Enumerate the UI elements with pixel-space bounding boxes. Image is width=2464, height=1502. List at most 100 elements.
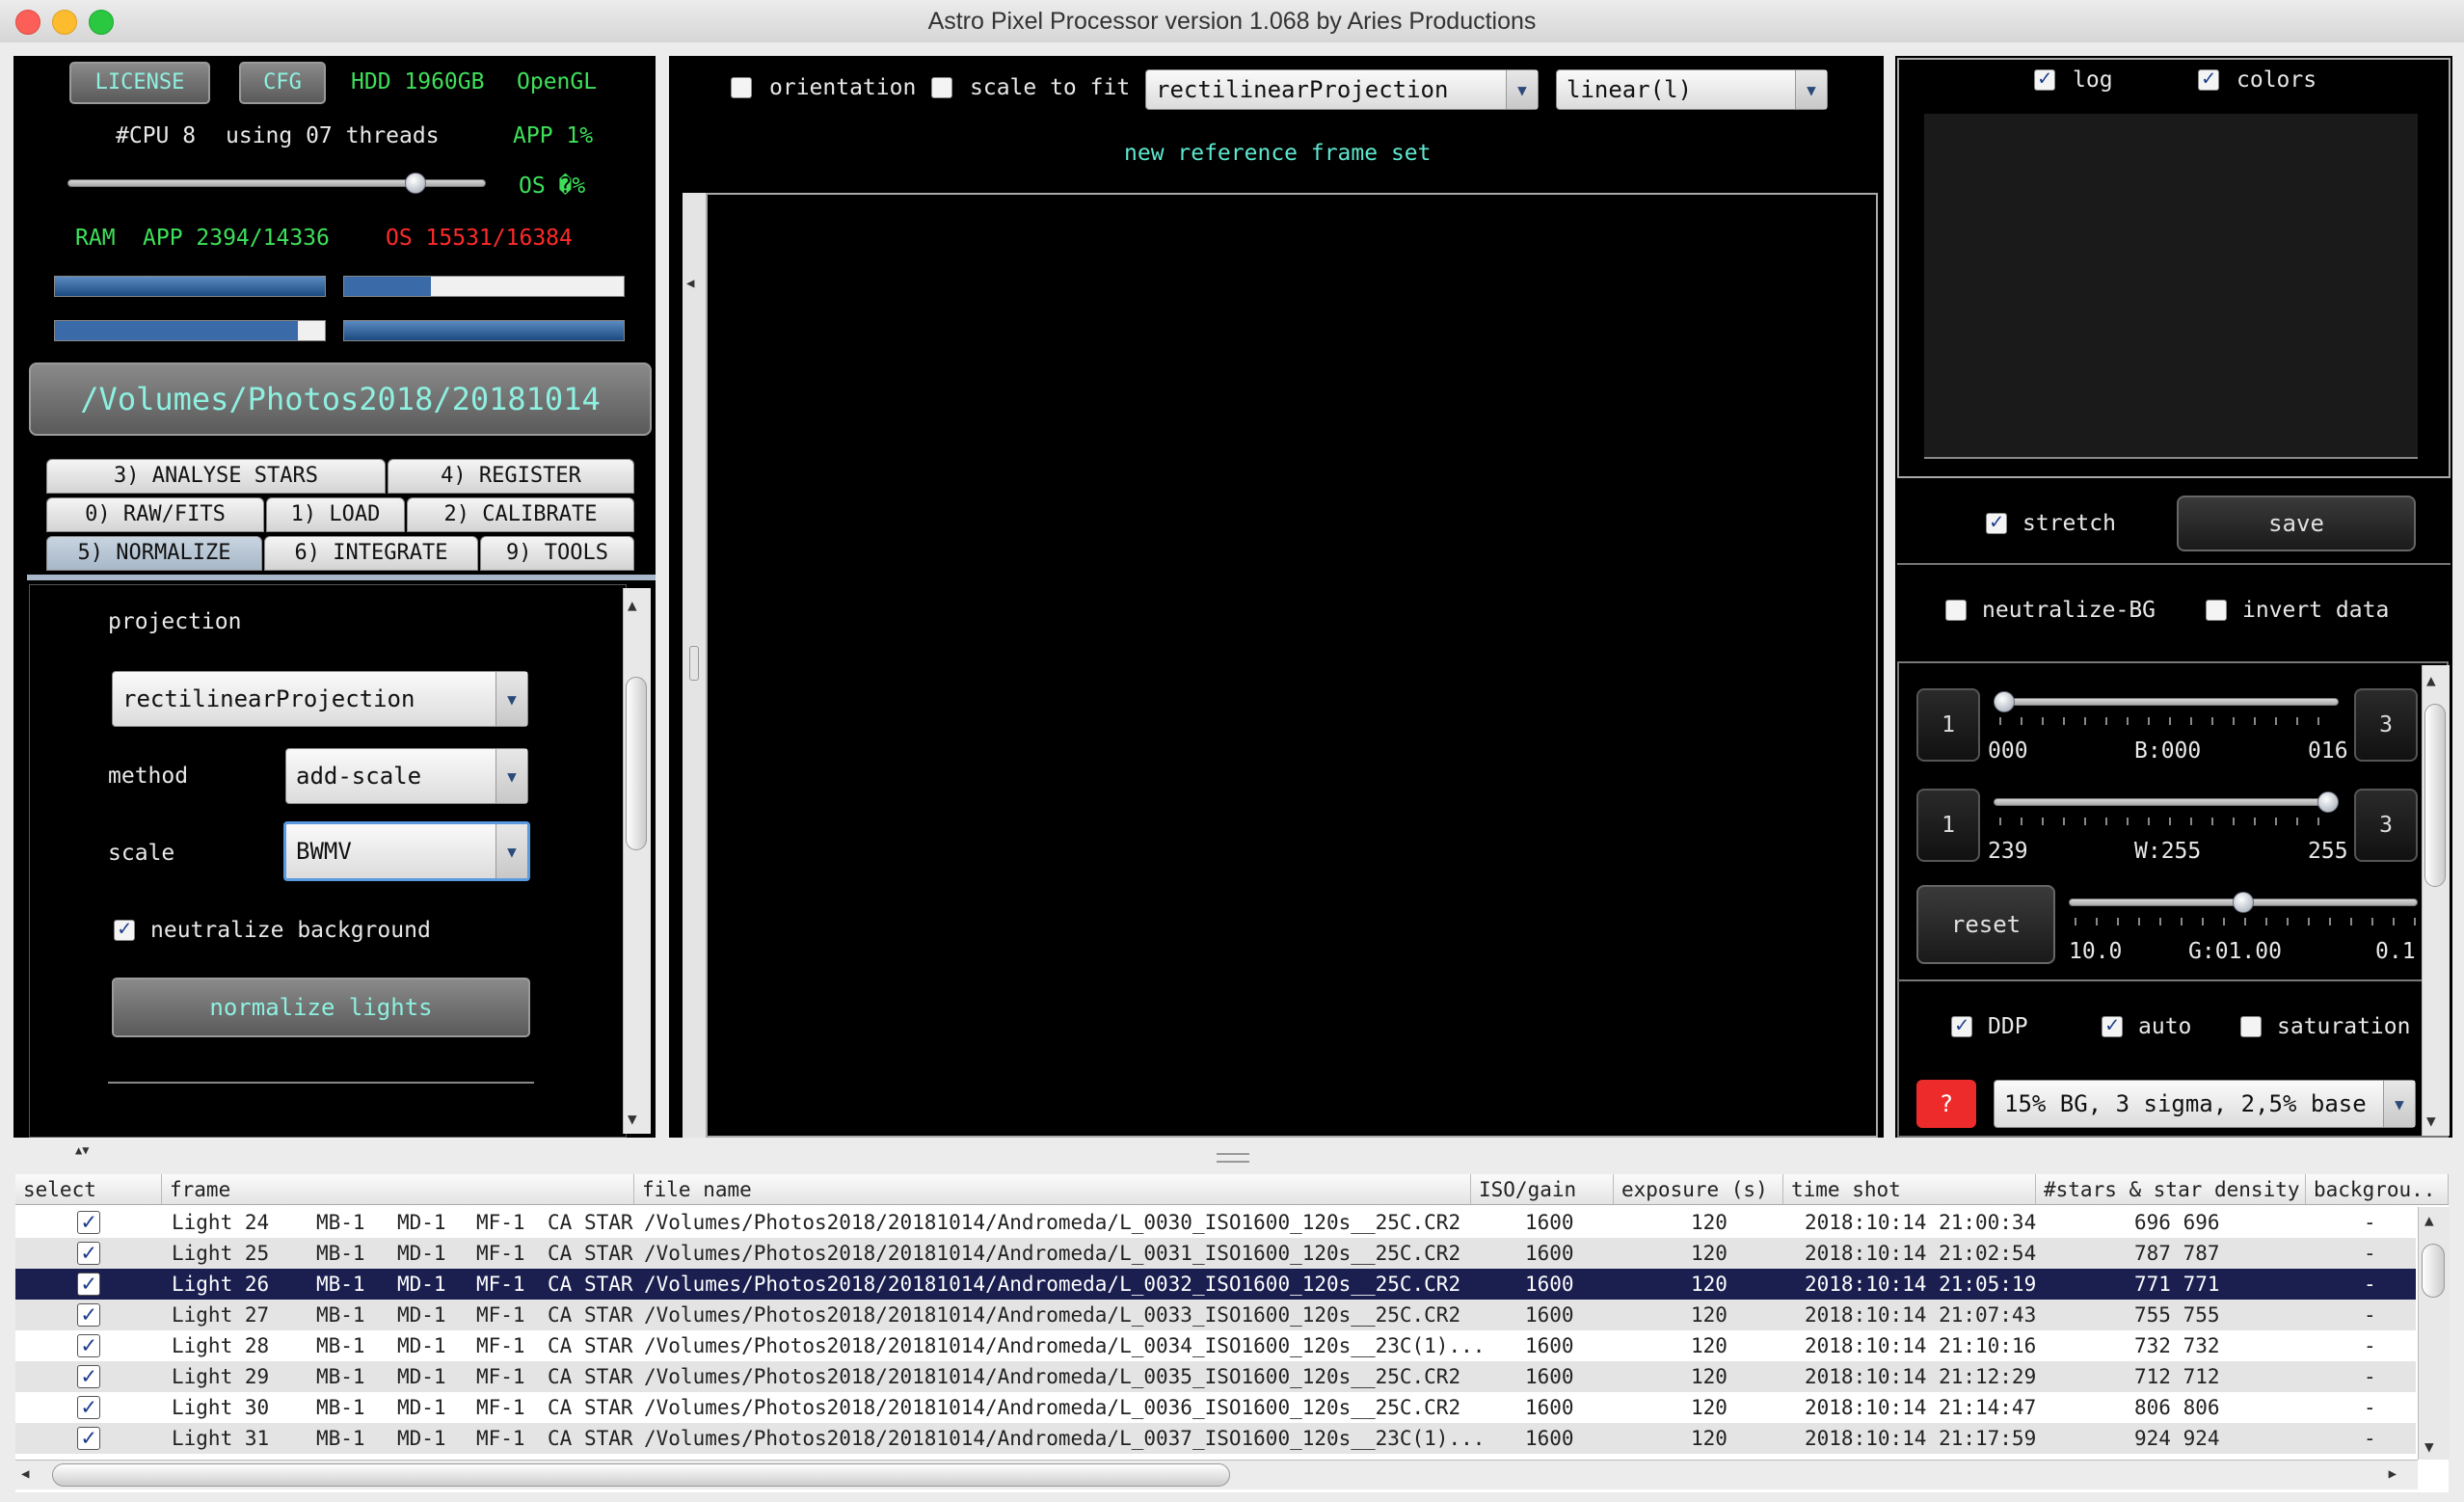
reset-button[interactable]: reset <box>1916 885 2055 964</box>
tab-integrate[interactable]: 6) INTEGRATE <box>264 536 478 571</box>
column-file-name[interactable]: file name <box>634 1174 1471 1205</box>
table-row[interactable]: ✓ Light 28 MB-1 MD-1 MF-1 CA STAR/Volumes/Phot… <box>15 1330 2416 1361</box>
frame-cell: Light 28 <box>172 1334 270 1357</box>
save-button[interactable]: save <box>2177 496 2416 551</box>
tab-analyse-stars[interactable]: 3) ANALYSE STARS <box>46 459 386 494</box>
row-select-checkbox[interactable]: ✓ <box>77 1272 100 1296</box>
black-decrement-button[interactable]: 1 <box>1916 688 1980 762</box>
stretch-mode-select[interactable]: linear(l) ▼ <box>1556 69 1828 110</box>
black-point-knob[interactable] <box>1994 691 2015 712</box>
stars-cell: 712 712 <box>2134 1365 2220 1388</box>
row-select-checkbox[interactable]: ✓ <box>77 1333 100 1357</box>
neutralize-background-checkbox[interactable]: ✓ <box>114 919 135 941</box>
left-panel-scrollbar[interactable]: ▲ ▼ <box>623 588 651 1134</box>
black-point-slider[interactable] <box>1994 698 2339 706</box>
master-dark-cell: MD-1 <box>397 1427 446 1450</box>
orientation-checkbox[interactable] <box>731 77 752 98</box>
side-panel-toggle[interactable]: ◀ <box>683 193 707 1138</box>
help-button[interactable]: ? <box>1916 1080 1976 1128</box>
scale-to-fit-checkbox[interactable] <box>931 77 952 98</box>
tab-register[interactable]: 4) REGISTER <box>388 459 634 494</box>
log-checkbox[interactable]: ✓ <box>2034 68 2055 91</box>
table-row[interactable]: ✓ Light 24 MB-1 MD-1 MF-1 CA STAR/Volumes/Phot… <box>15 1207 2416 1238</box>
working-directory-button[interactable]: /Volumes/Photos2018/20181014 <box>29 362 652 436</box>
row-select-checkbox[interactable]: ✓ <box>77 1426 100 1450</box>
table-row[interactable]: ✓ Light 30 MB-1 MD-1 MF-1 CA STAR/Volumes/Phot… <box>15 1392 2416 1423</box>
os-cpu-usage: OS �% <box>519 174 586 199</box>
ddp-preset-select[interactable]: 15% BG, 3 sigma, 2,5% base ▼ <box>1994 1080 2416 1128</box>
row-select-checkbox[interactable]: ✓ <box>77 1364 100 1388</box>
stars-cell: 732 732 <box>2134 1334 2220 1357</box>
table-horizontal-scrollbar[interactable]: ◀ ▶ <box>15 1460 2418 1489</box>
scrollbar-thumb[interactable] <box>626 677 647 850</box>
row-select-checkbox[interactable]: ✓ <box>77 1395 100 1419</box>
column-iso-gain[interactable]: ISO/gain <box>1471 1174 1614 1205</box>
right-panel-scrollbar[interactable]: ▲ ▼ <box>2422 665 2450 1136</box>
table-row[interactable]: ✓ Light 26 MB-1 MD-1 MF-1 CA STAR/Volumes/Phot… <box>15 1269 2416 1300</box>
stretch-checkbox[interactable]: ✓ <box>1986 512 2007 534</box>
gamma-value: G:01.00 <box>2188 939 2282 964</box>
column-frame[interactable]: frame <box>162 1174 634 1205</box>
invert-data-label: invert data <box>2242 598 2390 623</box>
white-point-slider[interactable] <box>1994 798 2339 806</box>
scrollbar-thumb[interactable] <box>2424 704 2446 887</box>
ddp-checkbox[interactable]: ✓ <box>1951 1015 1972 1037</box>
splitter-grip[interactable] <box>689 646 699 681</box>
image-viewer[interactable] <box>706 193 1878 1138</box>
column-time-shot[interactable]: time shot <box>1783 1174 2036 1205</box>
chevron-left-icon[interactable]: ◀ <box>686 276 694 291</box>
tab-tools[interactable]: 9) TOOLS <box>480 536 634 571</box>
scroll-up-icon[interactable]: ▲ <box>2424 1211 2434 1229</box>
colors-checkbox[interactable]: ✓ <box>2198 68 2219 91</box>
scale-select[interactable]: BWMV ▼ <box>283 821 530 881</box>
saturation-checkbox[interactable] <box>2240 1016 2262 1037</box>
column-select[interactable]: select <box>15 1174 162 1205</box>
stars-cell: 755 755 <box>2134 1303 2220 1327</box>
scroll-down-icon[interactable]: ▼ <box>2424 1437 2434 1456</box>
invert-data-checkbox[interactable] <box>2206 600 2227 621</box>
tab-load[interactable]: 1) LOAD <box>266 497 405 532</box>
iso-cell: 1600 <box>1525 1273 1574 1296</box>
white-decrement-button[interactable]: 1 <box>1916 789 1980 862</box>
scroll-up-icon[interactable]: ▲ <box>2426 671 2436 689</box>
table-vertical-scrollbar[interactable]: ▲ ▼ <box>2418 1207 2450 1460</box>
white-point-knob[interactable] <box>2317 791 2339 813</box>
gamma-knob[interactable] <box>2233 892 2254 913</box>
table-row[interactable]: ✓ Light 31 MB-1 MD-1 MF-1 CA STAR/Volumes/Phot… <box>15 1423 2416 1454</box>
iso-cell: 1600 <box>1525 1242 1574 1265</box>
scrollbar-thumb[interactable] <box>52 1463 1230 1487</box>
black-increment-button[interactable]: 3 <box>2354 688 2418 762</box>
row-select-checkbox[interactable]: ✓ <box>77 1241 100 1265</box>
scroll-down-icon[interactable]: ▼ <box>2426 1112 2436 1130</box>
column-exposure[interactable]: exposure (s) <box>1614 1174 1783 1205</box>
splitter-grip[interactable] <box>1217 1153 1249 1163</box>
white-increment-button[interactable]: 3 <box>2354 789 2418 862</box>
license-button[interactable]: LICENSE <box>69 62 210 104</box>
scroll-left-icon[interactable]: ◀ <box>21 1466 29 1482</box>
method-select[interactable]: add-scale ▼ <box>285 748 528 804</box>
star-cell: STAR <box>584 1427 633 1450</box>
scroll-down-icon[interactable]: ▼ <box>628 1110 637 1128</box>
column-stars[interactable]: #stars & star density <box>2036 1174 2306 1205</box>
neutralize-bg-checkbox[interactable] <box>1945 600 1967 621</box>
row-select-checkbox[interactable]: ✓ <box>77 1210 100 1234</box>
master-flat-cell: MF-1 <box>476 1334 525 1357</box>
viewer-projection-select[interactable]: rectilinearProjection ▼ <box>1145 69 1539 110</box>
scroll-up-icon[interactable]: ▲ <box>628 596 637 614</box>
tab-calibrate[interactable]: 2) CALIBRATE <box>407 497 634 532</box>
row-select-checkbox[interactable]: ✓ <box>77 1302 100 1327</box>
neutralize-background-label: neutralize background <box>150 918 431 943</box>
scrollbar-thumb[interactable] <box>2422 1244 2445 1298</box>
table-row[interactable]: ✓ Light 25 MB-1 MD-1 MF-1 CA STAR/Volumes/Phot… <box>15 1238 2416 1269</box>
normalize-lights-button[interactable]: normalize lights <box>112 978 530 1037</box>
projection-select[interactable]: rectilinearProjection ▼ <box>112 671 528 727</box>
auto-checkbox[interactable]: ✓ <box>2102 1015 2123 1037</box>
splitter-arrows-icon[interactable]: ▲▼ <box>75 1143 89 1157</box>
scroll-right-icon[interactable]: ▶ <box>2389 1466 2397 1482</box>
table-row[interactable]: ✓ Light 29 MB-1 MD-1 MF-1 CA STAR/Volumes/Phot… <box>15 1361 2416 1392</box>
cfg-button[interactable]: CFG <box>239 62 326 104</box>
tab-normalize[interactable]: 5) NORMALIZE <box>46 536 262 571</box>
column-background[interactable]: backgrou.. <box>2306 1174 2449 1205</box>
table-row[interactable]: ✓ Light 27 MB-1 MD-1 MF-1 CA STAR/Volumes/Phot… <box>15 1300 2416 1330</box>
tab-raw-fits[interactable]: 0) RAW/FITS <box>46 497 264 532</box>
